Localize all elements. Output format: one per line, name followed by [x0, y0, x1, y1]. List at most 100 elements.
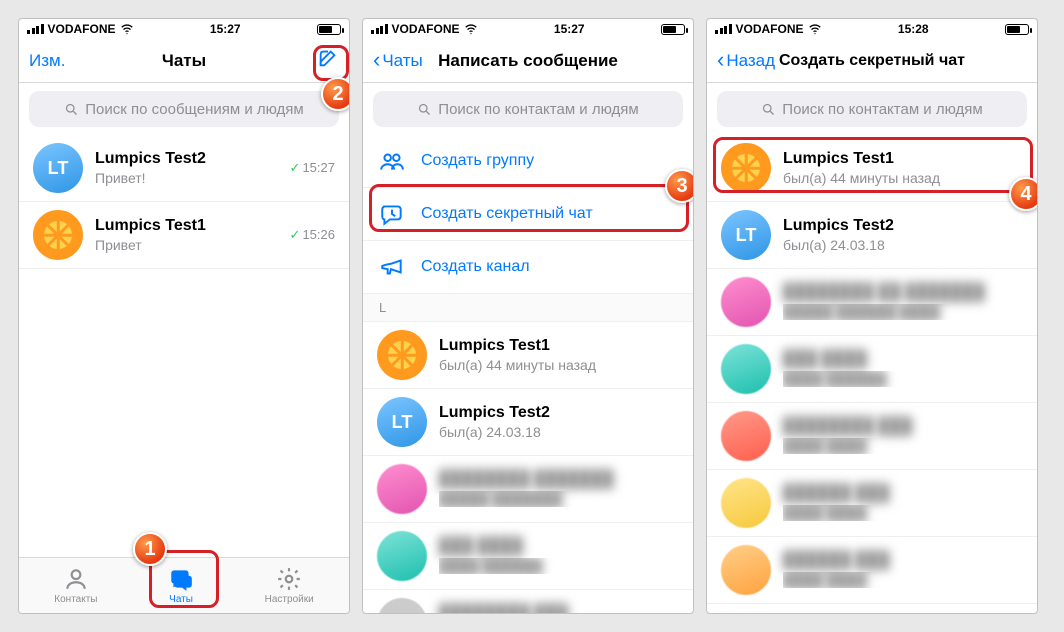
- contact-list: Lumpics Test1 был(а) 44 минуты назад LT …: [707, 135, 1037, 613]
- avatar: [721, 344, 771, 394]
- avatar: [721, 411, 771, 461]
- search-placeholder: Поиск по контактам и людям: [782, 101, 982, 118]
- actions-and-contacts: Создать группу Создать секретный чат Соз…: [363, 135, 693, 613]
- contact-row-blurred[interactable]: ██████ ███████ ████: [707, 470, 1037, 537]
- chat-preview: Привет!: [95, 170, 278, 186]
- contact-status: был(а) 24.03.18: [439, 424, 679, 440]
- avatar: [33, 210, 83, 260]
- avatar: LT: [33, 143, 83, 193]
- status-time: 15:28: [898, 22, 929, 36]
- screen-new-message: VODAFONE 15:27 ‹Чаты Написать сообщение …: [362, 18, 694, 614]
- back-button[interactable]: ‹Назад: [717, 50, 775, 72]
- contact-status: был(а) 44 минуты назад: [439, 357, 679, 373]
- chat-preview: Привет: [95, 237, 278, 253]
- battery-icon: [661, 24, 685, 35]
- compose-icon: [317, 47, 339, 69]
- contact-status: был(а) 44 минуты назад: [783, 170, 1023, 186]
- create-secret-chat-button[interactable]: Создать секретный чат: [363, 188, 693, 241]
- contact-row-blurred[interactable]: ███ ████████ ██████: [363, 523, 693, 590]
- contact-row-blurred[interactable]: ████████ ████████████ ███████: [363, 456, 693, 523]
- group-icon: [379, 148, 405, 174]
- contact-name: Lumpics Test2: [439, 404, 679, 422]
- nav-bar: Изм. Чаты: [19, 39, 349, 83]
- tab-label: Контакты: [54, 594, 97, 605]
- avatar: [377, 464, 427, 514]
- nav-title: Создать секретный чат: [779, 52, 965, 70]
- avatar: [721, 478, 771, 528]
- battery-icon: [1005, 24, 1029, 35]
- nav-title: Чаты: [162, 51, 206, 71]
- avatar: LT: [377, 397, 427, 447]
- avatar: LT: [721, 210, 771, 260]
- screen-create-secret-chat: VODAFONE 15:28 ‹Назад Создать секретный …: [706, 18, 1038, 614]
- action-label: Создать секретный чат: [421, 205, 593, 223]
- tab-bar: Контакты Чаты Настройки: [19, 557, 349, 613]
- chat-name: Lumpics Test1: [95, 217, 278, 235]
- carrier-label: VODAFONE: [736, 22, 804, 36]
- compose-button[interactable]: [317, 47, 339, 74]
- carrier-label: VODAFONE: [392, 22, 460, 36]
- chevron-left-icon: ‹: [717, 49, 724, 71]
- section-header: L: [363, 294, 693, 322]
- avatar: [721, 277, 771, 327]
- search-placeholder: Поиск по контактам и людям: [438, 101, 638, 118]
- contact-name: Lumpics Test1: [439, 337, 679, 355]
- wifi-icon: [464, 22, 478, 36]
- contact-row-blurred[interactable]: ███ ████████ ██████: [707, 336, 1037, 403]
- search-icon: [64, 102, 79, 117]
- avatar: [721, 545, 771, 595]
- avatar: [721, 143, 771, 193]
- battery-icon: [317, 24, 341, 35]
- nav-bar: ‹Назад Создать секретный чат: [707, 39, 1037, 83]
- secret-chat-icon: [379, 201, 405, 227]
- screen-chats: VODAFONE 15:27 Изм. Чаты Поиск по сообще…: [18, 18, 350, 614]
- tab-label: Настройки: [265, 594, 314, 605]
- contact-row[interactable]: Lumpics Test1 был(а) 44 минуты назад: [707, 135, 1037, 202]
- chat-time: ✓15:27: [290, 160, 335, 176]
- tab-chats[interactable]: Чаты: [160, 562, 202, 609]
- create-group-button[interactable]: Создать группу: [363, 135, 693, 188]
- avatar: [377, 531, 427, 581]
- search-placeholder: Поиск по сообщениям и людям: [85, 101, 304, 118]
- chat-list: LT Lumpics Test2 Привет! ✓15:27 Lumpics …: [19, 135, 349, 557]
- create-channel-button[interactable]: Создать канал: [363, 241, 693, 294]
- nav-title: Написать сообщение: [438, 51, 618, 71]
- contact-name: Lumpics Test1: [783, 150, 1023, 168]
- contact-row-blurred[interactable]: ██████ ███████ ████: [707, 537, 1037, 604]
- tab-contacts[interactable]: Контакты: [46, 562, 105, 609]
- chat-name: Lumpics Test2: [95, 150, 278, 168]
- contacts-icon: [63, 566, 89, 592]
- search-bar[interactable]: Поиск по сообщениям и людям: [29, 91, 339, 127]
- chevron-left-icon: ‹: [373, 49, 380, 71]
- chat-row[interactable]: Lumpics Test1 Привет ✓15:26: [19, 202, 349, 269]
- contact-row[interactable]: Lumpics Test1 был(а) 44 минуты назад: [363, 322, 693, 389]
- carrier-label: VODAFONE: [48, 22, 116, 36]
- back-button[interactable]: ‹Чаты: [373, 50, 423, 72]
- edit-button[interactable]: Изм.: [29, 51, 65, 71]
- tab-label: Чаты: [169, 594, 193, 605]
- chat-time: ✓15:26: [290, 227, 335, 243]
- chat-row[interactable]: LT Lumpics Test2 Привет! ✓15:27: [19, 135, 349, 202]
- status-bar: VODAFONE 15:27: [363, 19, 693, 39]
- nav-bar: ‹Чаты Написать сообщение: [363, 39, 693, 83]
- tab-settings[interactable]: Настройки: [257, 562, 322, 609]
- contact-row[interactable]: LT Lumpics Test2 был(а) 24.03.18: [363, 389, 693, 456]
- search-icon: [761, 102, 776, 117]
- contact-row-blurred[interactable]: ████████ ███████ ████: [707, 403, 1037, 470]
- settings-icon: [276, 566, 302, 592]
- search-bar[interactable]: Поиск по контактам и людям: [373, 91, 683, 127]
- search-bar[interactable]: Поиск по контактам и людям: [717, 91, 1027, 127]
- contact-row[interactable]: LT Lumpics Test2 был(а) 24.03.18: [707, 202, 1037, 269]
- wifi-icon: [808, 22, 822, 36]
- avatar: [377, 598, 427, 613]
- contact-name: Lumpics Test2: [783, 217, 1023, 235]
- action-label: Создать группу: [421, 152, 534, 170]
- search-icon: [417, 102, 432, 117]
- contact-row-blurred[interactable]: ████████ ██ ████████████ ██████ ████: [707, 269, 1037, 336]
- action-label: Создать канал: [421, 258, 530, 276]
- status-time: 15:27: [210, 22, 241, 36]
- status-bar: VODAFONE 15:27: [19, 19, 349, 39]
- contact-row-blurred[interactable]: ████████ ███████ ████: [363, 590, 693, 613]
- avatar: [377, 330, 427, 380]
- contact-status: был(а) 24.03.18: [783, 237, 1023, 253]
